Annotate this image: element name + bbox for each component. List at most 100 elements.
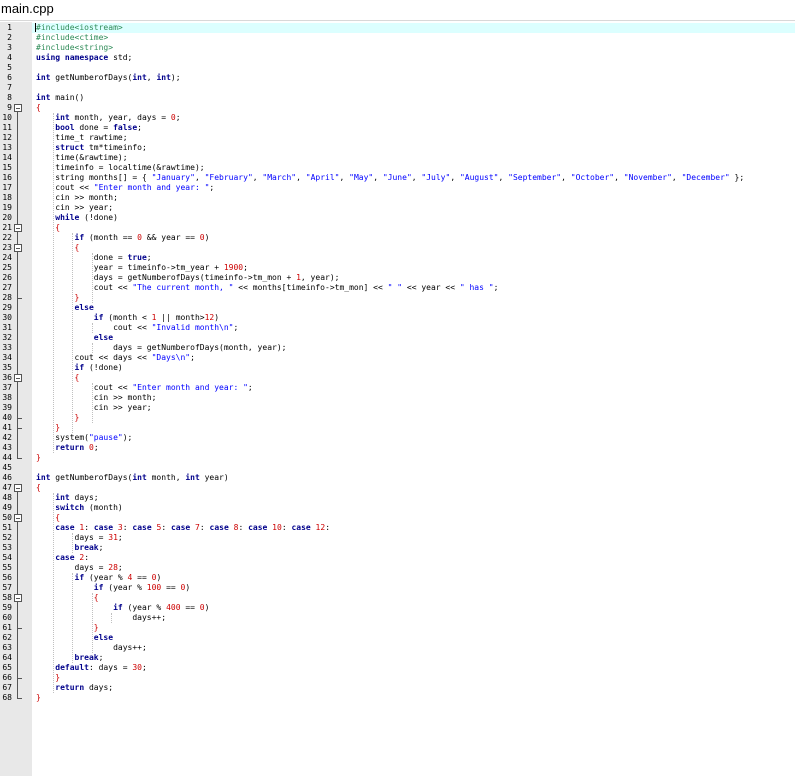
code-line-text: #include<string>	[36, 43, 113, 53]
code-line[interactable]: #include<ctime>	[32, 33, 795, 43]
fold-toggle-icon[interactable]	[14, 104, 22, 112]
code-line[interactable]: time(&rawtime);	[32, 153, 795, 163]
code-token: year)	[199, 473, 229, 482]
code-line[interactable]: bool done = false;	[32, 123, 795, 133]
code-line[interactable]: days = 31;	[32, 533, 795, 543]
code-line[interactable]: break;	[32, 653, 795, 663]
code-line[interactable]: if (!done)	[32, 363, 795, 373]
fold-toggle-icon[interactable]	[14, 224, 22, 232]
code-line[interactable]: cin >> year;	[32, 203, 795, 213]
code-line[interactable]: }	[32, 693, 795, 703]
code-line[interactable]: else	[32, 633, 795, 643]
code-line[interactable]: if (month < 1 || month>12)	[32, 313, 795, 323]
code-line[interactable]: switch (month)	[32, 503, 795, 513]
code-line[interactable]: }	[32, 623, 795, 633]
code-line[interactable]: else	[32, 333, 795, 343]
fold-end-mark	[17, 678, 22, 679]
line-number: 14	[2, 153, 12, 162]
line-number: 63	[2, 643, 12, 652]
code-line[interactable]: default: days = 30;	[32, 663, 795, 673]
code-area[interactable]: #include<iostream> #include<ctime> #includ…	[32, 22, 795, 776]
code-line[interactable]: days = 28;	[32, 563, 795, 573]
code-line[interactable]: struct tm*timeinfo;	[32, 143, 795, 153]
line-number: 49	[2, 503, 12, 512]
line-number: 36	[2, 373, 12, 382]
code-line[interactable]: days++;	[32, 613, 795, 623]
code-line[interactable]: int month, year, days = 0;	[32, 113, 795, 123]
code-token: , year);	[300, 273, 340, 282]
code-line[interactable]: time_t rawtime;	[32, 133, 795, 143]
fold-toggle-icon[interactable]	[14, 374, 22, 382]
code-line[interactable]: timeinfo = localtime(&rawtime);	[32, 163, 795, 173]
code-line[interactable]: cin >> month;	[32, 193, 795, 203]
code-line[interactable]: cin >> year;	[32, 403, 795, 413]
code-line[interactable]: break;	[32, 543, 795, 553]
code-line[interactable]: cout << "Enter month and year: ";	[32, 183, 795, 193]
code-line[interactable]: cout << "The current month, " << months[…	[32, 283, 795, 293]
code-line[interactable]: using namespace std;	[32, 53, 795, 63]
code-line[interactable]: {	[32, 513, 795, 523]
code-token: time(&rawtime);	[36, 153, 128, 162]
code-editor[interactable]: 1 2 3 4 5 6 7 8 9 10 11 12 13 14 15 16 17 18 19 20 21 22 23 24 2…	[0, 22, 795, 776]
code-line[interactable]: while (!done)	[32, 213, 795, 223]
code-line[interactable]: int days;	[32, 493, 795, 503]
code-line[interactable]: if (year % 4 == 0)	[32, 573, 795, 583]
indent-guide	[52, 493, 54, 693]
code-line[interactable]: string months[] = { "January", "February…	[32, 173, 795, 183]
fold-toggle-icon[interactable]	[14, 244, 22, 252]
code-line[interactable]: int getNumberofDays(int, int);	[32, 73, 795, 83]
code-line[interactable]: {	[32, 223, 795, 233]
file-tab-title[interactable]: main.cpp	[1, 1, 54, 16]
code-line[interactable]: if (year % 100 == 0)	[32, 583, 795, 593]
code-line[interactable]: done = true;	[32, 253, 795, 263]
code-line[interactable]: else	[32, 303, 795, 313]
fold-toggle-icon[interactable]	[14, 514, 22, 522]
code-line[interactable]: system("pause");	[32, 433, 795, 443]
code-line[interactable]: if (year % 400 == 0)	[32, 603, 795, 613]
code-line[interactable]: }	[32, 673, 795, 683]
code-line[interactable]	[32, 463, 795, 473]
number-token: 28	[108, 563, 118, 572]
code-line[interactable]: if (month == 0 && year == 0)	[32, 233, 795, 243]
fold-toggle-icon[interactable]	[14, 594, 22, 602]
code-line[interactable]: {	[32, 373, 795, 383]
code-token: timeinfo = localtime(&rawtime);	[36, 163, 205, 172]
code-token: days =	[36, 563, 109, 572]
code-line[interactable]	[32, 63, 795, 73]
code-line[interactable]: }	[32, 293, 795, 303]
code-line[interactable]: cout << "Invalid month\n";	[32, 323, 795, 333]
code-token: :	[161, 523, 171, 532]
code-line[interactable]: {	[32, 593, 795, 603]
code-line[interactable]: }	[32, 413, 795, 423]
code-line[interactable]	[32, 83, 795, 93]
code-line-text: return 0;	[36, 443, 98, 453]
code-line[interactable]: {	[32, 103, 795, 113]
code-line[interactable]: {	[32, 483, 795, 493]
code-line[interactable]: days++;	[32, 643, 795, 653]
code-line[interactable]: int main()	[32, 93, 795, 103]
code-line[interactable]: return days;	[32, 683, 795, 693]
code-line[interactable]: cout << "Enter month and year: ";	[32, 383, 795, 393]
code-line[interactable]: #include<iostream>	[32, 23, 795, 33]
code-line[interactable]: }	[32, 423, 795, 433]
code-line[interactable]: #include<string>	[32, 43, 795, 53]
code-line[interactable]: year = timeinfo->tm_year + 1900;	[32, 263, 795, 273]
code-line[interactable]: return 0;	[32, 443, 795, 453]
code-line-text: days = 28;	[36, 563, 123, 573]
code-token: ,	[296, 173, 306, 182]
keyword-token: case	[55, 553, 75, 562]
code-line[interactable]: days = getNumberofDays(timeinfo->tm_mon …	[32, 273, 795, 283]
code-line-text: int getNumberofDays(int month, int year)	[36, 473, 229, 483]
fold-toggle-icon[interactable]	[14, 484, 22, 492]
code-line[interactable]: cout << days << "Days\n";	[32, 353, 795, 363]
code-line[interactable]: case 2:	[32, 553, 795, 563]
code-line-text: using namespace std;	[36, 53, 132, 63]
code-line[interactable]: }	[32, 453, 795, 463]
code-line[interactable]: cin >> month;	[32, 393, 795, 403]
code-line[interactable]: {	[32, 243, 795, 253]
code-line[interactable]: int getNumberofDays(int month, int year)	[32, 473, 795, 483]
code-line[interactable]: days = getNumberofDays(month, year);	[32, 343, 795, 353]
code-line[interactable]: case 1: case 3: case 5: case 7: case 8: …	[32, 523, 795, 533]
